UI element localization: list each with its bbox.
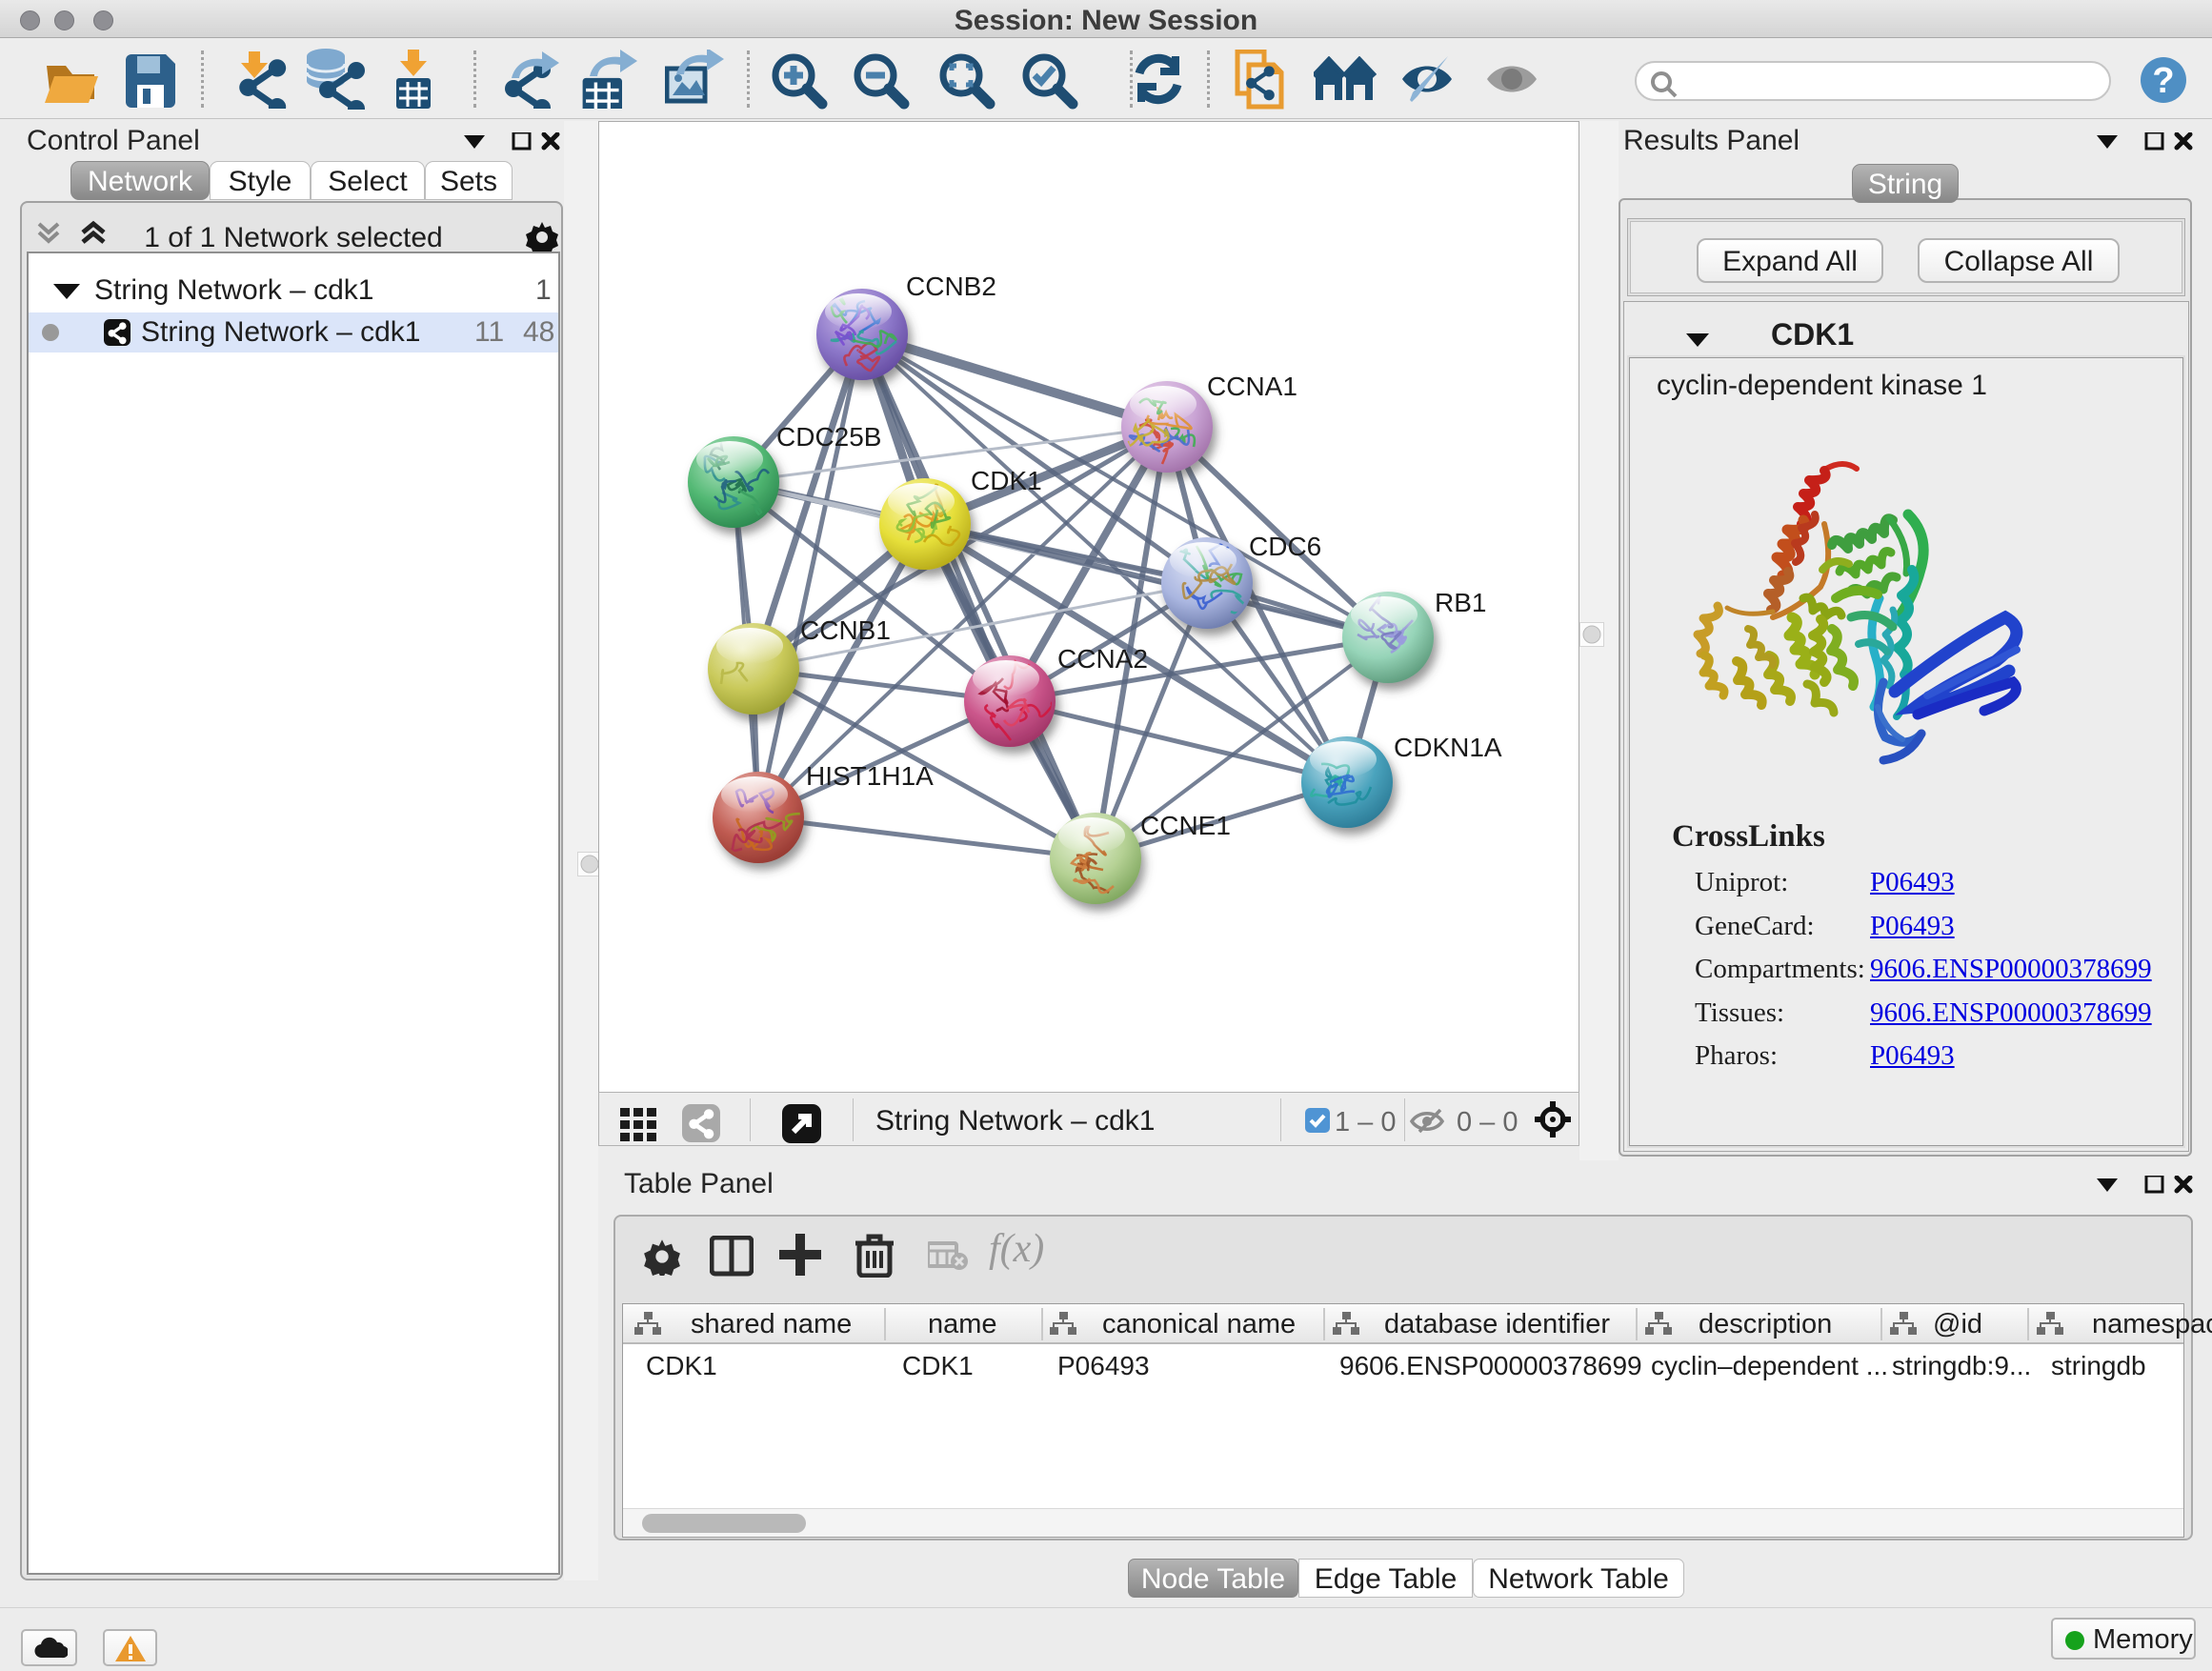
svg-text:CDC6: CDC6 (1249, 532, 1321, 561)
svg-text:CDKN1A: CDKN1A (1394, 733, 1502, 762)
svg-text:CCNB1: CCNB1 (800, 615, 891, 645)
svg-text:?: ? (2152, 61, 2174, 101)
svg-text:CCNA1: CCNA1 (1207, 372, 1297, 401)
svg-text:CCNB2: CCNB2 (906, 272, 996, 301)
svg-text:CDC25B: CDC25B (776, 422, 881, 452)
svg-text:CDK1: CDK1 (971, 466, 1042, 495)
svg-text:RB1: RB1 (1435, 588, 1486, 617)
svg-text:CCNE1: CCNE1 (1140, 811, 1231, 840)
svg-text:CCNA2: CCNA2 (1057, 644, 1148, 674)
svg-text:HIST1H1A: HIST1H1A (806, 761, 934, 791)
